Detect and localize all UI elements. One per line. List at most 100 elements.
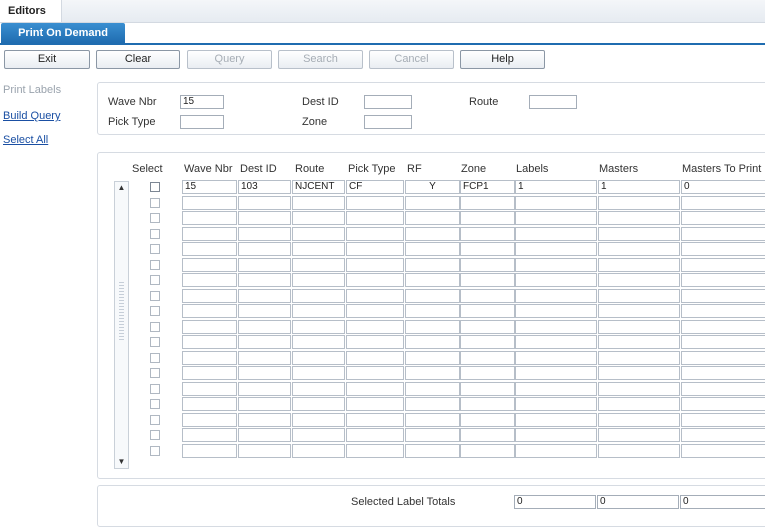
cell-zone[interactable]	[460, 351, 515, 365]
cell-pick-type[interactable]	[346, 289, 404, 303]
cell-route[interactable]: NJCENT	[292, 180, 345, 194]
cell-zone[interactable]	[460, 428, 515, 442]
cell-rf[interactable]	[405, 304, 460, 318]
cell-labels[interactable]	[515, 273, 597, 287]
cell-dest-id[interactable]	[238, 273, 291, 287]
cell-labels[interactable]	[515, 196, 597, 210]
cell-masters-to-print[interactable]	[681, 413, 765, 427]
cell-masters-to-print[interactable]	[681, 320, 765, 334]
cell-labels[interactable]	[515, 382, 597, 396]
cell-rf[interactable]	[405, 289, 460, 303]
cell-zone[interactable]	[460, 382, 515, 396]
cell-labels[interactable]	[515, 397, 597, 411]
row-select-checkbox[interactable]	[150, 399, 160, 409]
cell-wave-nbr[interactable]	[182, 444, 237, 458]
cell-wave-nbr[interactable]	[182, 304, 237, 318]
cell-wave-nbr[interactable]	[182, 211, 237, 225]
cell-labels[interactable]	[515, 211, 597, 225]
cell-pick-type[interactable]	[346, 273, 404, 287]
cell-zone[interactable]	[460, 242, 515, 256]
cell-route[interactable]	[292, 335, 345, 349]
tab-editors[interactable]: Editors	[0, 0, 62, 22]
row-select-checkbox[interactable]	[150, 337, 160, 347]
cell-pick-type[interactable]	[346, 444, 404, 458]
row-select-checkbox[interactable]	[150, 384, 160, 394]
cell-labels[interactable]	[515, 444, 597, 458]
cell-masters-to-print[interactable]	[681, 304, 765, 318]
cell-dest-id[interactable]: 103	[238, 180, 291, 194]
cell-masters-to-print[interactable]	[681, 382, 765, 396]
row-select-checkbox[interactable]	[150, 430, 160, 440]
cell-zone[interactable]	[460, 258, 515, 272]
cell-rf[interactable]	[405, 413, 460, 427]
cell-rf[interactable]	[405, 335, 460, 349]
cell-pick-type[interactable]	[346, 227, 404, 241]
cell-labels[interactable]	[515, 413, 597, 427]
cell-labels[interactable]	[515, 320, 597, 334]
cell-masters[interactable]	[598, 258, 680, 272]
cell-masters[interactable]	[598, 444, 680, 458]
row-select-checkbox[interactable]	[150, 353, 160, 363]
cell-zone[interactable]	[460, 289, 515, 303]
cell-wave-nbr[interactable]	[182, 335, 237, 349]
cell-route[interactable]	[292, 211, 345, 225]
clear-button[interactable]: Clear	[96, 50, 180, 69]
cell-masters[interactable]	[598, 304, 680, 318]
row-select-checkbox[interactable]	[150, 244, 160, 254]
cell-zone[interactable]	[460, 227, 515, 241]
cell-labels[interactable]: 1	[515, 180, 597, 194]
cell-wave-nbr[interactable]	[182, 242, 237, 256]
cell-masters[interactable]	[598, 413, 680, 427]
cell-masters[interactable]	[598, 351, 680, 365]
cell-rf[interactable]	[405, 397, 460, 411]
cell-wave-nbr[interactable]	[182, 366, 237, 380]
cell-dest-id[interactable]	[238, 258, 291, 272]
row-select-checkbox[interactable]	[150, 198, 160, 208]
cell-dest-id[interactable]	[238, 382, 291, 396]
cell-dest-id[interactable]	[238, 304, 291, 318]
cell-labels[interactable]	[515, 289, 597, 303]
cell-dest-id[interactable]	[238, 397, 291, 411]
cell-route[interactable]	[292, 366, 345, 380]
help-button[interactable]: Help	[460, 50, 545, 69]
cell-dest-id[interactable]	[238, 320, 291, 334]
cell-zone[interactable]	[460, 366, 515, 380]
cell-rf[interactable]	[405, 258, 460, 272]
grid-scrollbar[interactable]: ▲ ▼	[114, 181, 129, 469]
cell-masters-to-print[interactable]	[681, 397, 765, 411]
cell-masters[interactable]	[598, 227, 680, 241]
cell-dest-id[interactable]	[238, 289, 291, 303]
cell-masters-to-print[interactable]: 0	[681, 180, 765, 194]
cell-masters-to-print[interactable]	[681, 273, 765, 287]
cell-pick-type[interactable]	[346, 382, 404, 396]
cell-dest-id[interactable]	[238, 351, 291, 365]
cell-wave-nbr[interactable]	[182, 428, 237, 442]
wave-nbr-field[interactable]: 15	[180, 95, 224, 109]
cell-masters[interactable]	[598, 320, 680, 334]
cell-masters[interactable]	[598, 335, 680, 349]
cell-labels[interactable]	[515, 351, 597, 365]
scroll-up-icon[interactable]: ▲	[115, 182, 128, 194]
cell-dest-id[interactable]	[238, 428, 291, 442]
cell-route[interactable]	[292, 196, 345, 210]
cell-labels[interactable]	[515, 304, 597, 318]
cell-zone[interactable]	[460, 320, 515, 334]
cell-route[interactable]	[292, 428, 345, 442]
cell-masters[interactable]	[598, 382, 680, 396]
cell-pick-type[interactable]	[346, 258, 404, 272]
cell-pick-type[interactable]	[346, 397, 404, 411]
cell-route[interactable]	[292, 397, 345, 411]
cell-masters-to-print[interactable]	[681, 242, 765, 256]
cell-route[interactable]	[292, 289, 345, 303]
cell-zone[interactable]	[460, 196, 515, 210]
row-select-checkbox[interactable]	[150, 322, 160, 332]
cell-masters-to-print[interactable]	[681, 227, 765, 241]
row-select-checkbox[interactable]	[150, 213, 160, 223]
cell-dest-id[interactable]	[238, 413, 291, 427]
cell-route[interactable]	[292, 258, 345, 272]
cell-wave-nbr[interactable]	[182, 382, 237, 396]
cell-rf[interactable]	[405, 196, 460, 210]
cell-masters-to-print[interactable]	[681, 444, 765, 458]
cell-pick-type[interactable]	[346, 304, 404, 318]
cell-zone[interactable]	[460, 211, 515, 225]
